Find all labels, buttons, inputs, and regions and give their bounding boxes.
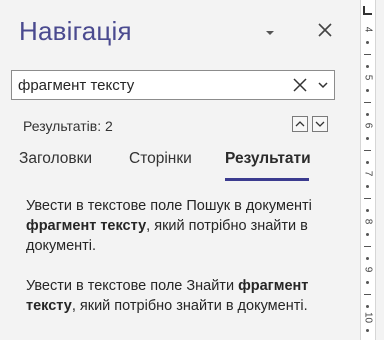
ruler-dot <box>366 257 369 260</box>
ruler-dot <box>366 137 369 140</box>
ruler-tick <box>364 198 371 199</box>
pane-title: Навігація <box>19 16 132 46</box>
search-result-item[interactable]: Увести в текстове поле Знайти фрагмент т… <box>26 276 326 316</box>
ruler-tick <box>364 294 371 295</box>
results-count: Результатів: 2 <box>23 118 113 134</box>
ruler-number: 4 <box>362 26 374 33</box>
tab-pages[interactable]: Сторінки <box>129 150 192 168</box>
ruler-dot <box>366 185 369 188</box>
ruler-dot <box>366 65 369 68</box>
result-text: , який потрібно знайти в документі. <box>71 298 308 314</box>
previous-result-button[interactable] <box>292 116 308 132</box>
clear-search-icon[interactable] <box>292 77 308 93</box>
search-result-item[interactable]: Увести в текстове поле Пошук в документі… <box>26 196 326 256</box>
ruler-dot <box>366 161 369 164</box>
ruler-dot <box>366 113 369 116</box>
ruler-tick <box>364 150 371 151</box>
close-icon[interactable] <box>315 20 335 40</box>
result-text: Увести в текстове поле Знайти <box>26 278 239 294</box>
chevron-up-icon <box>295 121 305 127</box>
ruler-dot <box>366 209 369 212</box>
result-match: фрагмент тексту <box>26 218 147 234</box>
result-text: Увести в текстове поле Пошук в документі <box>26 198 312 214</box>
tab-headings[interactable]: Заголовки <box>19 150 92 168</box>
tab-results[interactable]: Результати <box>225 150 311 168</box>
chevron-down-icon <box>315 121 325 127</box>
ruler-dot <box>366 233 369 236</box>
active-tab-indicator <box>225 178 309 181</box>
ruler-number: 10 <box>362 311 374 324</box>
ruler-tick <box>364 102 371 103</box>
tab-stop-icon[interactable] <box>363 6 372 15</box>
ruler-dot <box>366 281 369 284</box>
ruler-dot <box>366 89 369 92</box>
next-result-button[interactable] <box>312 116 328 132</box>
ruler-tick <box>364 54 371 55</box>
ruler-dot <box>366 41 369 44</box>
chevron-down-icon[interactable] <box>263 26 277 40</box>
ruler-number: 7 <box>362 170 374 177</box>
navigation-pane: Навігація Результатів: 2 Заголовки Сторі… <box>0 0 350 340</box>
ruler-tick <box>364 246 371 247</box>
ruler-number: 8 <box>362 218 374 225</box>
search-input[interactable] <box>18 71 278 99</box>
search-box <box>11 70 335 100</box>
ruler-number: 9 <box>362 266 374 273</box>
search-options-icon[interactable] <box>317 80 329 90</box>
ruler-number: 5 <box>362 74 374 81</box>
ruler-dot <box>366 329 369 332</box>
ruler-number: 6 <box>362 122 374 129</box>
ruler-dot <box>366 305 369 308</box>
